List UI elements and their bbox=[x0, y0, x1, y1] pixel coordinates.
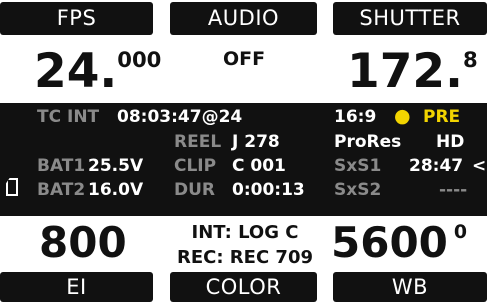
clip-value: C 001 bbox=[232, 156, 286, 176]
fps-value[interactable]: 24.000 bbox=[34, 48, 161, 95]
audio-value[interactable]: OFF bbox=[200, 48, 288, 70]
wb-main: 5600 bbox=[331, 218, 448, 267]
look-int[interactable]: INT: LOG C bbox=[160, 222, 330, 243]
bat1-value: 25.5V bbox=[88, 156, 144, 176]
sxs1-value: 28:47 bbox=[409, 156, 464, 176]
tc-label: TC INT bbox=[37, 107, 100, 127]
dur-value: 0:00:13 bbox=[232, 180, 305, 200]
tab-wb[interactable]: WB bbox=[333, 272, 487, 302]
wb-value[interactable]: 5600 0 bbox=[331, 222, 467, 264]
bat2-label: BAT2 bbox=[37, 180, 86, 200]
clip-label: CLIP bbox=[174, 156, 217, 176]
sxs2-label: SxS2 bbox=[334, 180, 382, 200]
bat1-label: BAT1 bbox=[37, 156, 86, 176]
dur-label: DUR bbox=[174, 180, 216, 200]
reel-value: J 278 bbox=[232, 132, 280, 152]
tab-audio[interactable]: AUDIO bbox=[170, 2, 317, 35]
reel-label: REEL bbox=[174, 132, 222, 152]
bat2-value: 16.0V bbox=[88, 180, 144, 200]
shutter-value[interactable]: 172.8 bbox=[347, 48, 478, 95]
fps-decimal: 000 bbox=[117, 47, 162, 73]
shutter-decimal: 8 bbox=[462, 47, 478, 73]
fps-main: 24. bbox=[34, 44, 118, 99]
sd-card-icon bbox=[6, 178, 18, 196]
shutter-main: 172. bbox=[347, 44, 463, 99]
sxs2-value: ---- bbox=[439, 180, 468, 200]
record-status-dot: ● bbox=[394, 105, 411, 127]
tab-ei[interactable]: EI bbox=[0, 272, 153, 302]
sxs1-label: SxS1 bbox=[334, 156, 382, 176]
pre-label: PRE bbox=[423, 107, 461, 127]
tab-color[interactable]: COLOR bbox=[170, 272, 317, 302]
look-rec[interactable]: REC: REC 709 bbox=[160, 247, 330, 268]
aspect-ratio: 16:9 bbox=[334, 107, 377, 127]
tab-shutter[interactable]: SHUTTER bbox=[333, 2, 487, 35]
ei-value[interactable]: 800 bbox=[39, 222, 127, 264]
tab-fps[interactable]: FPS bbox=[0, 2, 153, 35]
wb-tint: 0 bbox=[453, 220, 468, 243]
quality: HD bbox=[436, 132, 465, 152]
info-panel: TC INT 08:03:47@24 16:9 ● PRE REEL J 278… bbox=[0, 103, 487, 216]
codec: ProRes bbox=[334, 132, 402, 152]
tc-value: 08:03:47@24 bbox=[117, 107, 243, 127]
sxs1-active-marker: < bbox=[472, 156, 487, 176]
